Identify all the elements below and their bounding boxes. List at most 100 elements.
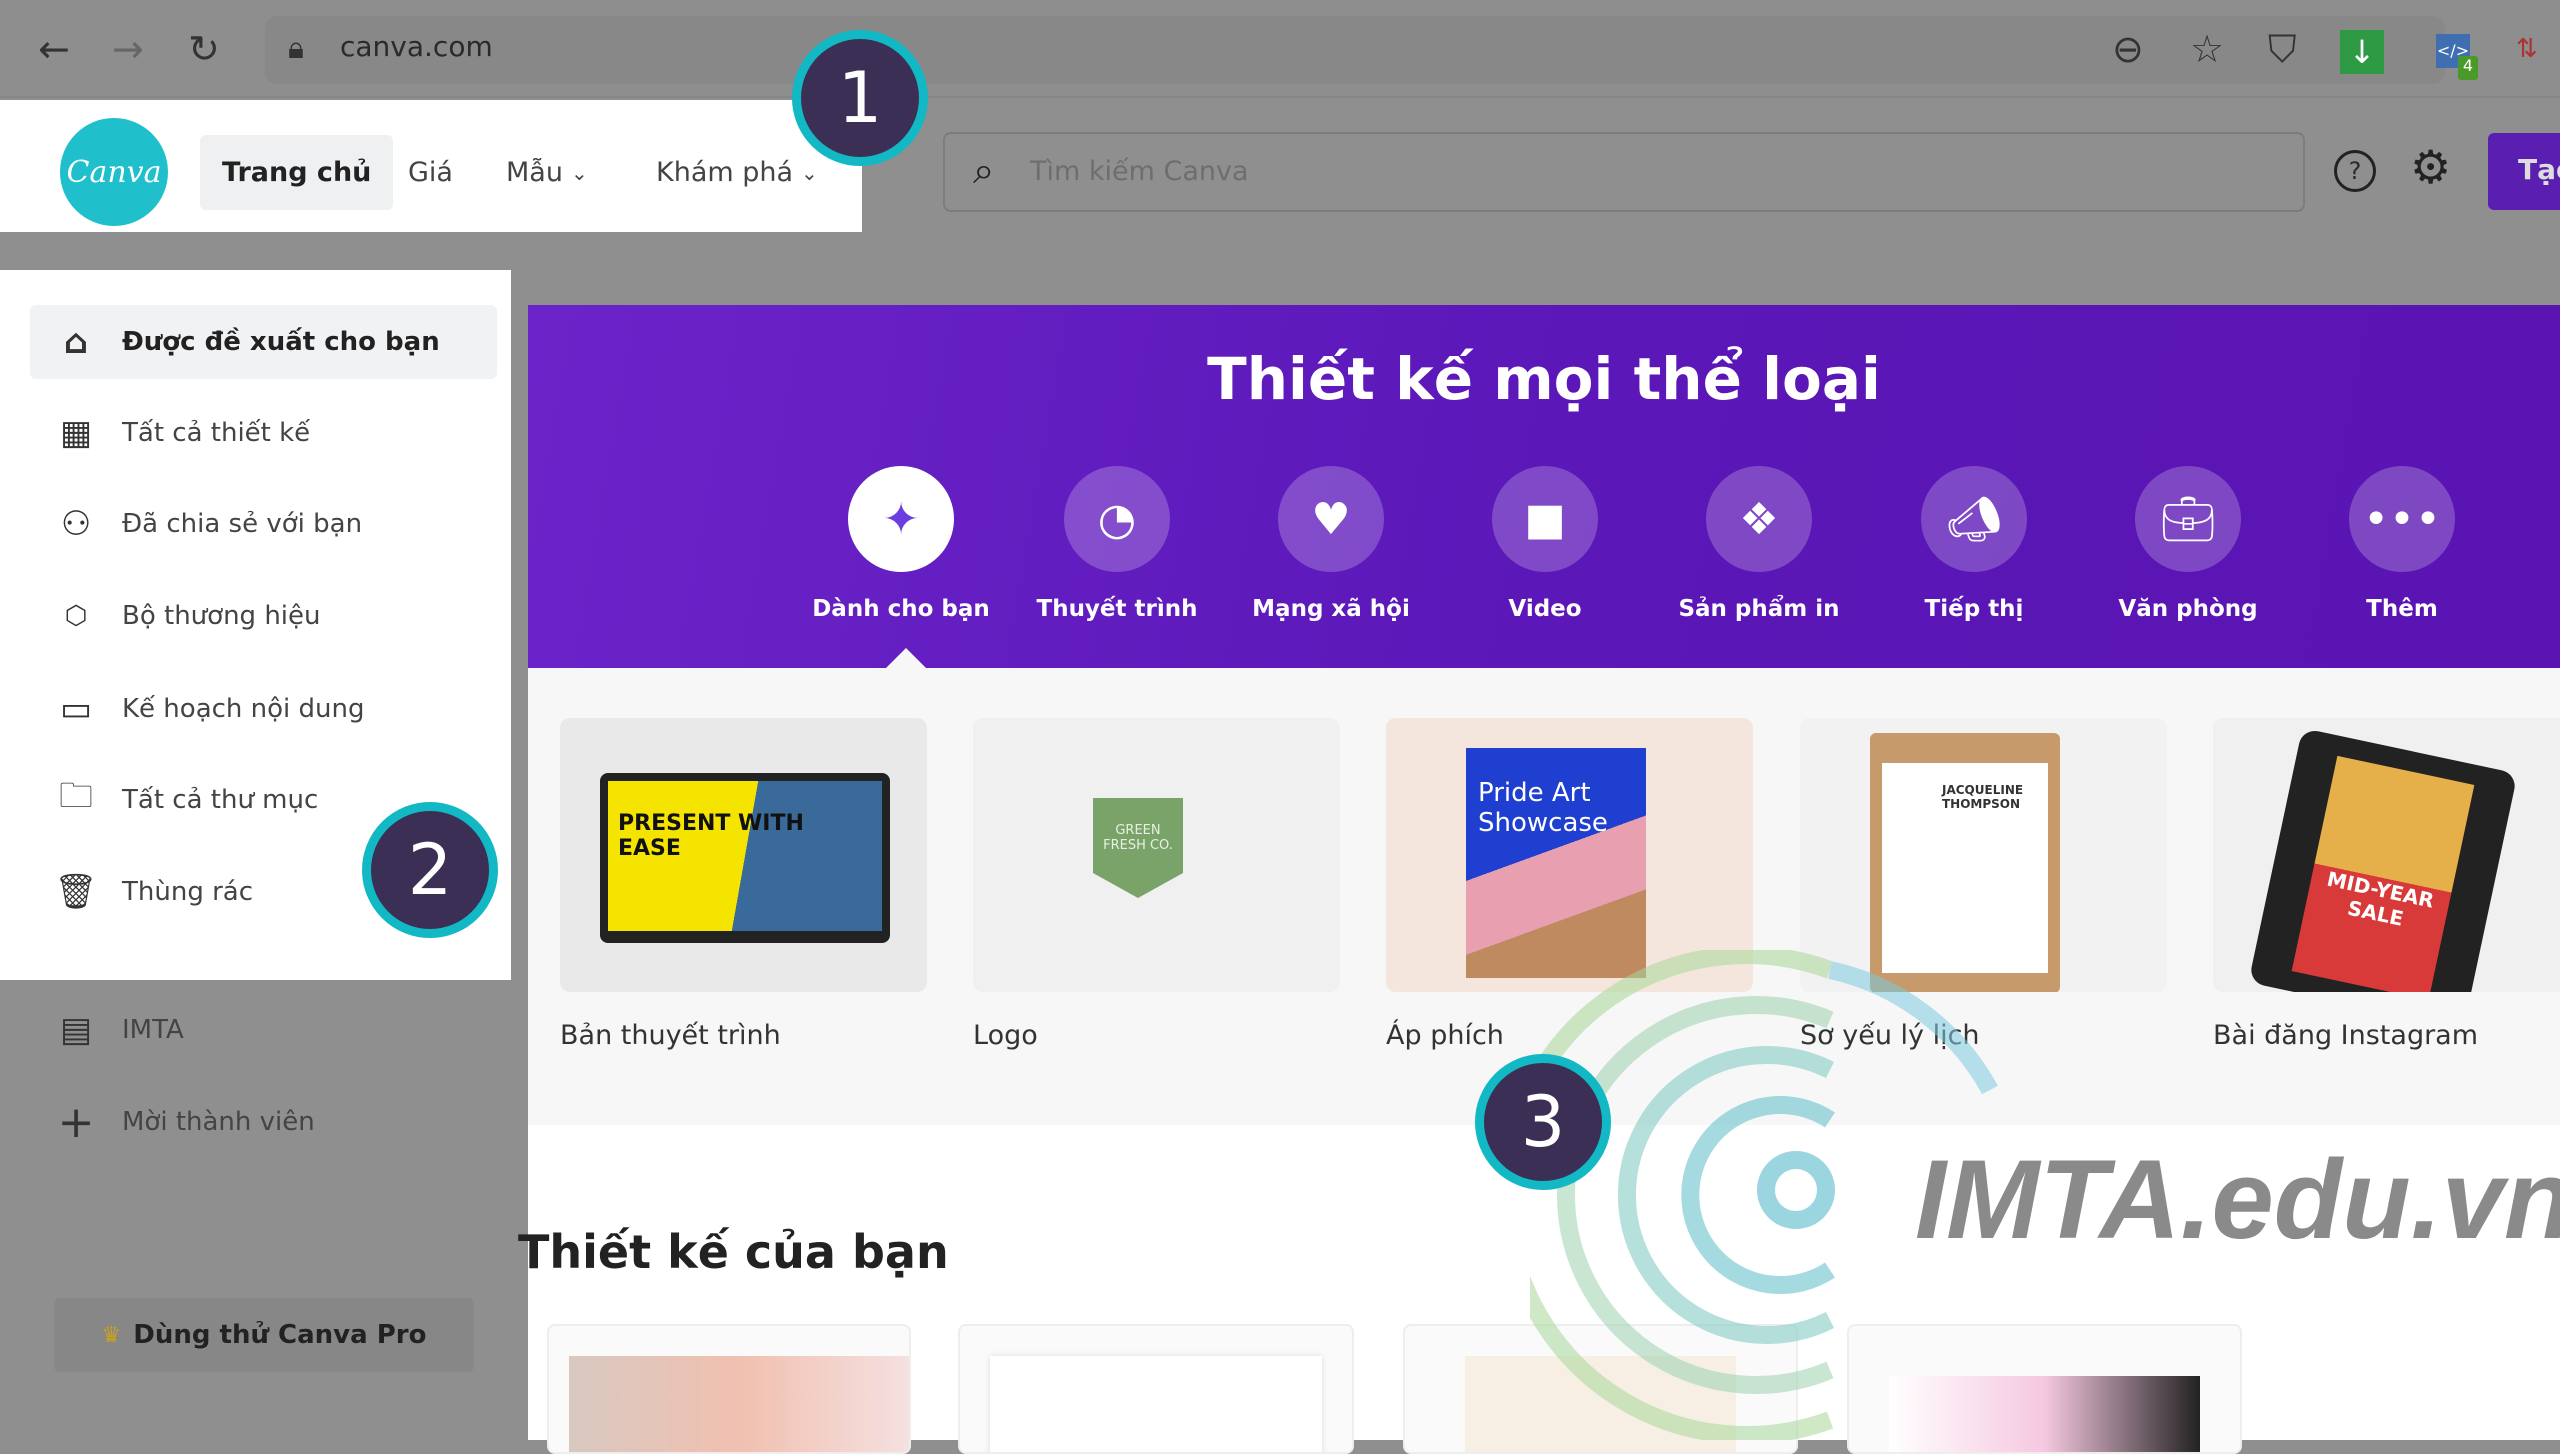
category-social-media[interactable]: ♥ Mạng xã hội: [1231, 466, 1431, 622]
sidebar-item-brand-kit[interactable]: ⬡ Bộ thương hiệu: [30, 579, 497, 653]
lock-icon: 🔒︎: [288, 31, 304, 66]
thumbnail-text: PRESENT WITH EASE: [608, 781, 882, 931]
category-label: Sản phẩm in: [1678, 596, 1840, 622]
thumbnail-text: Pride Art Showcase: [1466, 748, 1646, 978]
sidebar-item-shared[interactable]: ⚇ Đã chia sẻ với bạn: [30, 487, 497, 561]
folder-icon: 🗀: [59, 775, 93, 816]
category-label: Mạng xã hội: [1252, 596, 1410, 622]
canva-logo[interactable]: Canva: [60, 118, 168, 226]
plus-icon: +: [57, 1096, 95, 1148]
sidebar-item-content-planner[interactable]: ▭ Kế hoạch nội dung: [30, 672, 497, 746]
template-label[interactable]: Áp phích: [1386, 1020, 1504, 1051]
briefcase-icon: 💼︎: [2135, 466, 2241, 572]
presentation-icon: ◔: [1064, 466, 1170, 572]
sidebar-item-label: IMTA: [122, 1015, 184, 1045]
template-label[interactable]: Logo: [973, 1020, 1038, 1051]
nav-explore[interactable]: Khám phá ⌄: [634, 135, 840, 210]
category-presentation[interactable]: ◔ Thuyết trình: [1017, 466, 1217, 622]
category-label: Thêm: [2366, 596, 2438, 622]
reload-icon[interactable]: ↻: [188, 26, 220, 72]
megaphone-icon: 📣︎: [1921, 466, 2027, 572]
design-card[interactable]: [547, 1324, 911, 1454]
sidebar-item-team[interactable]: ▤ IMTA: [30, 993, 497, 1067]
template-card-logo[interactable]: GREEN FRESH CO.: [973, 718, 1340, 992]
banner-title: Thiết kế mọi thể loại: [1207, 345, 1881, 413]
sidebar-item-label: Bộ thương hiệu: [122, 601, 321, 631]
design-card[interactable]: [958, 1324, 1354, 1454]
brand-kit-icon: ⬡: [64, 601, 88, 631]
zoom-out-icon[interactable]: ⊖: [2112, 26, 2144, 72]
category-more[interactable]: ••• Thêm: [2302, 466, 2502, 622]
search-placeholder: Tìm kiếm Canva: [1030, 156, 1249, 187]
template-label[interactable]: Bản thuyết trình: [560, 1020, 781, 1051]
grid-icon: ▦: [59, 413, 93, 453]
try-pro-label: Dùng thử Canva Pro: [133, 1320, 427, 1350]
extension-badge: 4: [2458, 56, 2478, 80]
search-input[interactable]: ⌕ Tìm kiếm Canva: [943, 132, 2305, 212]
thumbnail-text: MID-YEAR SALE: [2291, 755, 2475, 992]
template-card-instagram[interactable]: MID-YEAR SALE: [2213, 718, 2560, 992]
help-icon[interactable]: ?: [2334, 150, 2376, 192]
annotation-badge-2: 2: [362, 802, 498, 938]
sidebar-item-invite[interactable]: + Mời thành viên: [30, 1085, 497, 1159]
search-icon: ⌕: [973, 148, 995, 192]
url-text[interactable]: canva.com: [340, 30, 493, 63]
browser-toolbar: ← → ↻ 🔒︎ canva.com ⊖ ☆ ⛉ ↓ </> 4 ⇅: [0, 0, 2560, 98]
design-categories-banner: Thiết kế mọi thể loại ✦ Dành cho bạn ◔ Thu…: [528, 305, 2560, 668]
gear-icon[interactable]: ⚙: [2410, 140, 2451, 194]
try-pro-button[interactable]: ♛ Dùng thử Canva Pro: [54, 1298, 474, 1372]
category-marketing[interactable]: 📣︎ Tiếp thị: [1874, 466, 2074, 622]
calendar-icon: ▭: [59, 689, 93, 729]
category-label: Văn phòng: [2118, 596, 2258, 622]
chevron-down-icon: ⌄: [801, 160, 818, 185]
category-label: Thuyết trình: [1036, 596, 1198, 622]
sidebar-item-label: Mời thành viên: [122, 1107, 315, 1137]
more-icon: •••: [2349, 466, 2455, 572]
sidebar-item-label: Thùng rác: [122, 877, 254, 907]
category-for-you[interactable]: ✦ Dành cho bạn: [801, 466, 1001, 622]
category-video[interactable]: ■ Video: [1445, 466, 1645, 622]
shield-icon[interactable]: ⛉: [2268, 26, 2297, 72]
forward-icon[interactable]: →: [112, 26, 144, 72]
sidebar-item-label: Được đề xuất cho bạn: [122, 327, 440, 357]
template-label[interactable]: Bài đăng Instagram: [2213, 1020, 2478, 1051]
sparkle-icon: ✦: [848, 466, 954, 572]
nav-label: Mẫu: [506, 157, 563, 188]
your-designs-title: Thiết kế của bạn: [518, 1225, 949, 1279]
sidebar-item-all-designs[interactable]: ▦ Tất cả thiết kế: [30, 396, 497, 470]
sidebar-item-label: Đã chia sẻ với bạn: [122, 509, 363, 539]
nav-label: Khám phá: [656, 157, 794, 188]
create-design-button[interactable]: Tạo: [2488, 133, 2560, 210]
watermark-text: IMTA.edu.vn: [1915, 1137, 2560, 1262]
category-office[interactable]: 💼︎ Văn phòng: [2088, 466, 2288, 622]
selected-indicator: [886, 648, 926, 668]
thumbnail-text: GREEN FRESH CO.: [1093, 798, 1183, 898]
star-icon[interactable]: ☆: [2190, 26, 2224, 72]
category-label: Tiếp thị: [1924, 596, 2024, 622]
nav-templates[interactable]: Mẫu ⌄: [484, 135, 610, 210]
print-icon: ❖: [1706, 466, 1812, 572]
sidebar-item-label: Tất cả thiết kế: [122, 418, 311, 448]
shared-users-icon: ⚇: [60, 504, 92, 544]
laptop-thumbnail: PRESENT WITH EASE: [600, 773, 890, 943]
home-icon: ⌂: [63, 322, 89, 362]
template-card-presentation[interactable]: PRESENT WITH EASE: [560, 718, 927, 992]
trash-icon: 🗑︎: [54, 872, 98, 912]
chevron-down-icon: ⌄: [570, 160, 588, 185]
team-building-icon: ▤: [59, 1010, 93, 1050]
download-extension-icon[interactable]: ↓: [2340, 30, 2384, 74]
sidebar-item-recommended[interactable]: ⌂ Được đề xuất cho bạn: [30, 305, 497, 379]
thumbnail-text: JACQUELINE THOMPSON: [1882, 763, 2048, 973]
nav-pricing[interactable]: Giá: [386, 135, 475, 210]
extension-icon[interactable]: ⇅: [2516, 26, 2538, 72]
category-label: Dành cho bạn: [812, 596, 990, 622]
sidebar-item-label: Tất cả thư mục: [122, 785, 319, 815]
sidebar-item-label: Kế hoạch nội dung: [122, 694, 365, 724]
category-label: Video: [1508, 596, 1582, 622]
video-camera-icon: ■: [1492, 466, 1598, 572]
social-heart-icon: ♥: [1278, 466, 1384, 572]
category-print[interactable]: ❖ Sản phẩm in: [1659, 466, 1859, 622]
back-icon[interactable]: ←: [38, 26, 70, 72]
nav-home[interactable]: Trang chủ: [200, 135, 394, 210]
annotation-badge-3: 3: [1475, 1054, 1611, 1190]
